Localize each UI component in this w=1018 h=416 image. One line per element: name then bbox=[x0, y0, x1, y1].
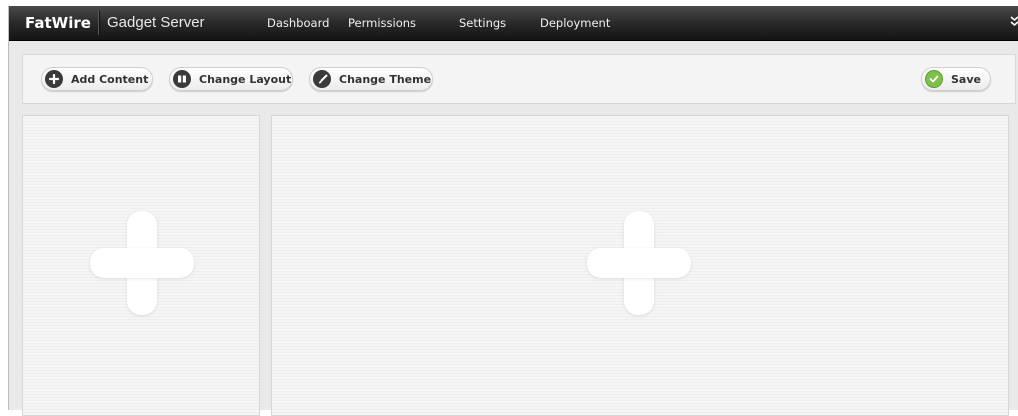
dashboard-toolbar: Add Content Change Layout Change Theme S… bbox=[22, 54, 1016, 104]
brand-logo[interactable]: FatWire bbox=[25, 14, 91, 32]
change-theme-button[interactable]: Change Theme bbox=[309, 67, 433, 91]
top-navigation-bar: FatWire Gadget Server Dashboard Permissi… bbox=[9, 6, 1018, 41]
plus-circle-icon bbox=[45, 70, 63, 88]
header-divider bbox=[98, 11, 100, 35]
check-icon bbox=[925, 70, 943, 88]
product-name: Gadget Server bbox=[107, 14, 205, 31]
chevron-down-icon[interactable] bbox=[1009, 15, 1018, 31]
nav-dashboard[interactable]: Dashboard bbox=[267, 16, 329, 30]
nav-deployment[interactable]: Deployment bbox=[540, 16, 610, 30]
add-content-label: Add Content bbox=[71, 72, 149, 86]
save-button[interactable]: Save bbox=[921, 67, 991, 91]
dashboard-right-column bbox=[271, 115, 1009, 416]
add-gadget-plus-icon[interactable] bbox=[587, 211, 691, 315]
dashboard-left-column bbox=[22, 115, 260, 416]
add-gadget-plus-icon[interactable] bbox=[90, 211, 194, 315]
save-label: Save bbox=[951, 72, 981, 86]
add-content-button[interactable]: Add Content bbox=[41, 67, 153, 91]
change-theme-label: Change Theme bbox=[339, 72, 432, 86]
nav-permissions[interactable]: Permissions bbox=[348, 16, 416, 30]
nav-settings[interactable]: Settings bbox=[459, 16, 506, 30]
chevron-down-glyph bbox=[1010, 16, 1018, 27]
app-frame: FatWire Gadget Server Dashboard Permissi… bbox=[8, 6, 1018, 416]
change-layout-label: Change Layout bbox=[199, 72, 292, 86]
brush-icon bbox=[313, 70, 331, 88]
columns-icon bbox=[173, 70, 191, 88]
change-layout-button[interactable]: Change Layout bbox=[169, 67, 293, 91]
